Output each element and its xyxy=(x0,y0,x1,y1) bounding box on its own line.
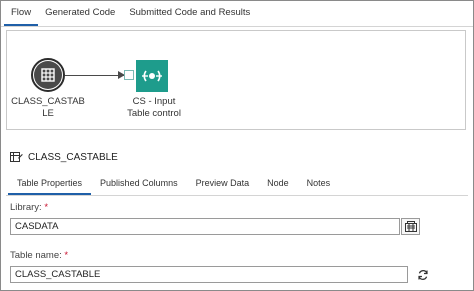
flow-connector xyxy=(65,75,125,76)
properties-heading: CLASS_CASTABLE xyxy=(10,152,118,163)
library-label: Library: * xyxy=(10,202,48,213)
library-label-text: Library: xyxy=(10,202,42,213)
properties-heading-text: CLASS_CASTABLE xyxy=(28,152,118,163)
browse-library-icon xyxy=(404,221,417,232)
tab-flow[interactable]: Flow xyxy=(4,4,39,26)
table-name-label: Table name: * xyxy=(10,250,68,261)
tab-node[interactable]: Node xyxy=(258,175,298,195)
tab-preview-data[interactable]: Preview Data xyxy=(187,175,259,195)
tab-published-columns[interactable]: Published Columns xyxy=(91,175,187,195)
library-field[interactable]: CASDATA xyxy=(10,218,400,235)
cs-node-label-line1: CS - Input xyxy=(132,96,176,107)
refresh-button[interactable] xyxy=(414,266,432,283)
table-name-required-mark: * xyxy=(64,250,69,261)
table-name-field[interactable]: CLASS_CASTABLE xyxy=(10,266,408,283)
properties-tab-divider xyxy=(6,195,468,196)
table-name-label-text: Table name: xyxy=(10,250,62,261)
library-required-mark: * xyxy=(44,202,49,213)
cs-input-icon xyxy=(142,70,162,82)
tab-notes[interactable]: Notes xyxy=(298,175,340,195)
table-node-label: CLASS_CASTABLE xyxy=(11,96,85,119)
tab-submitted-code-and-results[interactable]: Submitted Code and Results xyxy=(122,4,257,26)
table-grid-icon xyxy=(41,68,55,82)
table-node[interactable] xyxy=(31,58,65,92)
table-node-inner xyxy=(34,61,62,89)
tab-table-properties[interactable]: Table Properties xyxy=(8,175,92,195)
tab-generated-code[interactable]: Generated Code xyxy=(38,4,122,26)
top-tab-bar: Flow Generated Code Submitted Code and R… xyxy=(4,4,257,26)
refresh-icon xyxy=(418,269,428,280)
properties-tab-bar: Table Properties Published Columns Previ… xyxy=(8,175,339,195)
cs-input-table-control-node[interactable] xyxy=(136,60,168,92)
cs-node-label-line2: Table control xyxy=(127,108,181,119)
library-browse-button[interactable] xyxy=(401,218,420,235)
table-properties-icon xyxy=(10,152,23,163)
cs-node-label: CS - Input Table control xyxy=(116,96,192,120)
input-port[interactable] xyxy=(124,70,134,80)
top-tab-divider xyxy=(1,26,473,27)
